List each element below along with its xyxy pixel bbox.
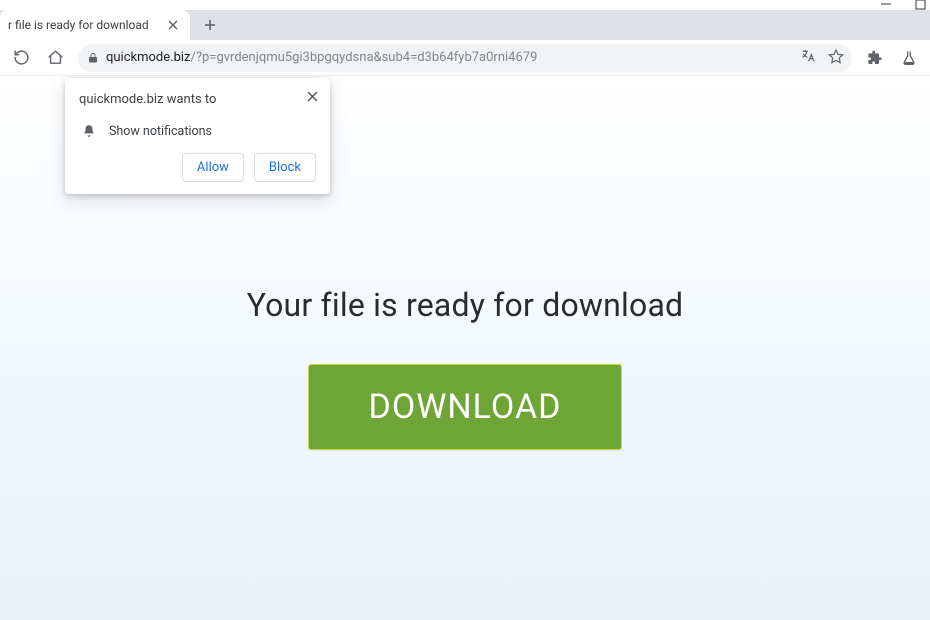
page-headline: Your file is ready for download	[247, 286, 684, 324]
allow-button[interactable]: Allow	[182, 153, 244, 182]
page-content: Your file is ready for download DOWNLOAD	[0, 286, 930, 450]
page-viewport: quickmode.biz wants to Show notification…	[0, 76, 930, 620]
home-button[interactable]	[40, 43, 70, 73]
lock-icon	[86, 51, 100, 65]
url-text: quickmode.biz/?p=gvrdenjqmu5gi3bpgqydsna…	[106, 50, 537, 65]
reload-button[interactable]	[6, 43, 36, 73]
permission-actions: Allow Block	[79, 153, 316, 182]
permission-title: quickmode.biz wants to	[79, 92, 316, 107]
translate-icon[interactable]	[800, 48, 816, 68]
url-domain: quickmode.biz	[106, 50, 191, 65]
extensions-button[interactable]	[860, 43, 890, 73]
block-button[interactable]: Block	[254, 153, 316, 182]
omnibox-actions	[800, 48, 844, 68]
new-tab-button[interactable]	[196, 11, 224, 39]
permission-item-label: Show notifications	[109, 124, 212, 139]
close-icon[interactable]	[304, 88, 320, 104]
window-titlebar	[0, 0, 930, 10]
star-icon[interactable]	[828, 48, 844, 68]
url-path: /?p=gvrdenjqmu5gi3bpgqydsna&sub4=d3b64fy…	[191, 50, 538, 65]
tab-strip: r file is ready for download	[0, 10, 930, 40]
download-button[interactable]: DOWNLOAD	[308, 364, 623, 450]
window-controls	[880, 0, 926, 10]
browser-toolbar: quickmode.biz/?p=gvrdenjqmu5gi3bpgqydsna…	[0, 40, 930, 76]
bell-icon	[81, 123, 97, 139]
maximize-button[interactable]	[914, 0, 926, 10]
tab-title: r file is ready for download	[8, 18, 166, 32]
labs-icon[interactable]	[894, 43, 924, 73]
close-icon[interactable]	[166, 18, 180, 32]
address-bar[interactable]: quickmode.biz/?p=gvrdenjqmu5gi3bpgqydsna…	[78, 44, 852, 72]
notification-permission-popup: quickmode.biz wants to Show notification…	[65, 78, 330, 194]
tab-active[interactable]: r file is ready for download	[0, 10, 190, 40]
permission-item: Show notifications	[79, 119, 316, 153]
minimize-button[interactable]	[880, 0, 892, 10]
